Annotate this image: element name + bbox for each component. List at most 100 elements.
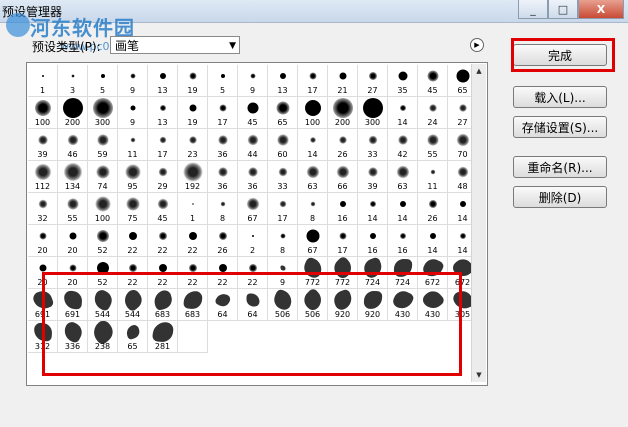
brush-preset-cell[interactable]: 16 bbox=[358, 225, 388, 257]
brush-preset-cell[interactable]: 27 bbox=[358, 65, 388, 97]
brush-tip-icon bbox=[369, 233, 376, 239]
brush-preset-cell[interactable]: 134 bbox=[58, 161, 88, 193]
brush-preset-cell[interactable]: 67 bbox=[238, 193, 268, 225]
brush-preset-cell[interactable]: 8 bbox=[208, 193, 238, 225]
done-highlight-box bbox=[511, 38, 615, 72]
brush-preset-cell[interactable]: 35 bbox=[388, 65, 418, 97]
brush-preset-cell[interactable]: 45 bbox=[238, 97, 268, 129]
brush-preset-cell[interactable]: 192 bbox=[178, 161, 208, 193]
brush-preset-cell[interactable]: 2 bbox=[238, 225, 268, 257]
brush-preset-cell[interactable]: 112 bbox=[28, 161, 58, 193]
brush-preset-cell[interactable]: 100 bbox=[28, 97, 58, 129]
brush-preset-cell[interactable]: 11 bbox=[118, 129, 148, 161]
brush-preset-cell[interactable]: 17 bbox=[148, 129, 178, 161]
brush-preset-cell[interactable]: 17 bbox=[298, 65, 328, 97]
brush-preset-cell[interactable]: 26 bbox=[328, 129, 358, 161]
brush-preset-cell[interactable]: 17 bbox=[268, 193, 298, 225]
brush-preset-cell[interactable]: 16 bbox=[388, 225, 418, 257]
brush-preset-cell[interactable]: 63 bbox=[298, 161, 328, 193]
brush-preset-cell[interactable]: 17 bbox=[208, 97, 238, 129]
brush-preset-cell[interactable]: 300 bbox=[358, 97, 388, 129]
brush-preset-cell[interactable]: 5 bbox=[88, 65, 118, 97]
close-button[interactable]: X bbox=[578, 0, 624, 19]
brush-preset-cell[interactable]: 14 bbox=[388, 193, 418, 225]
brush-preset-cell[interactable]: 39 bbox=[28, 129, 58, 161]
brush-preset-cell[interactable]: 75 bbox=[118, 193, 148, 225]
brush-preset-cell[interactable]: 14 bbox=[388, 97, 418, 129]
panel-menu-icon[interactable]: ▶ bbox=[470, 38, 484, 52]
brush-preset-cell[interactable]: 9 bbox=[238, 65, 268, 97]
brush-preset-cell[interactable]: 17 bbox=[328, 225, 358, 257]
brush-preset-cell[interactable]: 95 bbox=[118, 161, 148, 193]
brush-preset-cell[interactable]: 33 bbox=[358, 129, 388, 161]
brush-preset-cell[interactable]: 44 bbox=[238, 129, 268, 161]
brush-tip-icon bbox=[38, 199, 47, 209]
brush-preset-cell[interactable]: 100 bbox=[88, 193, 118, 225]
brush-preset-cell[interactable]: 14 bbox=[418, 225, 448, 257]
brush-preset-cell[interactable]: 300 bbox=[88, 97, 118, 129]
brush-preset-cell[interactable]: 1 bbox=[178, 193, 208, 225]
brush-preset-cell[interactable]: 21 bbox=[328, 65, 358, 97]
brush-preset-cell[interactable]: 59 bbox=[88, 129, 118, 161]
brush-preset-cell[interactable]: 14 bbox=[298, 129, 328, 161]
brush-preset-cell[interactable]: 32 bbox=[28, 193, 58, 225]
brush-preset-cell[interactable]: 26 bbox=[418, 193, 448, 225]
brush-preset-cell[interactable]: 19 bbox=[178, 97, 208, 129]
brush-preset-cell[interactable]: 63 bbox=[388, 161, 418, 193]
brush-preset-cell[interactable]: 9 bbox=[118, 65, 148, 97]
brush-preset-cell[interactable]: 36 bbox=[238, 161, 268, 193]
brush-preset-cell[interactable]: 46 bbox=[58, 129, 88, 161]
brush-preset-cell[interactable]: 23 bbox=[178, 129, 208, 161]
brush-preset-cell[interactable]: 5 bbox=[208, 65, 238, 97]
brush-preset-cell[interactable]: 65 bbox=[268, 97, 298, 129]
brush-preset-cell[interactable]: 16 bbox=[328, 193, 358, 225]
brush-preset-cell[interactable]: 8 bbox=[298, 193, 328, 225]
brush-preset-cell[interactable]: 52 bbox=[88, 225, 118, 257]
brush-preset-cell[interactable]: 1 bbox=[28, 65, 58, 97]
preset-type-select[interactable]: 画笔 ▼ bbox=[110, 36, 240, 54]
brush-preset-cell[interactable]: 3 bbox=[58, 65, 88, 97]
brush-preset-cell[interactable]: 55 bbox=[58, 193, 88, 225]
brush-preset-cell[interactable]: 42 bbox=[388, 129, 418, 161]
brush-preset-cell[interactable]: 13 bbox=[148, 65, 178, 97]
brush-preset-cell[interactable]: 19 bbox=[178, 65, 208, 97]
rename-button[interactable]: 重命名(R)... bbox=[513, 156, 607, 178]
brush-preset-cell[interactable]: 26 bbox=[208, 225, 238, 257]
brush-preset-cell[interactable]: 33 bbox=[268, 161, 298, 193]
delete-button[interactable]: 删除(D) bbox=[513, 186, 607, 208]
brush-preset-cell[interactable]: 29 bbox=[148, 161, 178, 193]
minimize-button[interactable]: _ bbox=[518, 0, 548, 19]
brush-preset-cell[interactable]: 14 bbox=[358, 193, 388, 225]
brush-preset-cell[interactable]: 20 bbox=[28, 225, 58, 257]
brush-size-label: 13 bbox=[157, 86, 168, 95]
brush-preset-cell[interactable]: 36 bbox=[208, 161, 238, 193]
brush-preset-cell[interactable]: 74 bbox=[88, 161, 118, 193]
save-settings-button[interactable]: 存储设置(S)... bbox=[513, 116, 607, 138]
brush-preset-cell[interactable]: 67 bbox=[298, 225, 328, 257]
brush-preset-cell[interactable]: 55 bbox=[418, 129, 448, 161]
brush-preset-cell[interactable]: 200 bbox=[58, 97, 88, 129]
brush-preset-cell[interactable]: 22 bbox=[148, 225, 178, 257]
brush-preset-cell[interactable]: 20 bbox=[58, 225, 88, 257]
scrollbar[interactable]: ▲ ▼ bbox=[471, 64, 486, 382]
load-button[interactable]: 载入(L)... bbox=[513, 86, 607, 108]
brush-preset-cell[interactable]: 60 bbox=[268, 129, 298, 161]
brush-preset-cell[interactable]: 45 bbox=[418, 65, 448, 97]
brush-preset-cell[interactable]: 8 bbox=[268, 225, 298, 257]
brush-preset-cell[interactable]: 45 bbox=[148, 193, 178, 225]
brush-preset-cell[interactable]: 66 bbox=[328, 161, 358, 193]
brush-preset-cell[interactable]: 39 bbox=[358, 161, 388, 193]
brush-preset-cell[interactable]: 22 bbox=[118, 225, 148, 257]
brush-preset-cell[interactable]: 11 bbox=[418, 161, 448, 193]
brush-preset-cell[interactable]: 13 bbox=[148, 97, 178, 129]
scroll-up-icon[interactable]: ▲ bbox=[472, 64, 486, 78]
brush-preset-cell[interactable]: 36 bbox=[208, 129, 238, 161]
brush-preset-cell[interactable]: 100 bbox=[298, 97, 328, 129]
brush-preset-cell[interactable]: 9 bbox=[118, 97, 148, 129]
scroll-down-icon[interactable]: ▼ bbox=[472, 368, 486, 382]
brush-preset-cell[interactable]: 22 bbox=[178, 225, 208, 257]
maximize-button[interactable]: □ bbox=[548, 0, 578, 19]
brush-preset-cell[interactable]: 24 bbox=[418, 97, 448, 129]
brush-preset-cell[interactable]: 200 bbox=[328, 97, 358, 129]
brush-preset-cell[interactable]: 13 bbox=[268, 65, 298, 97]
